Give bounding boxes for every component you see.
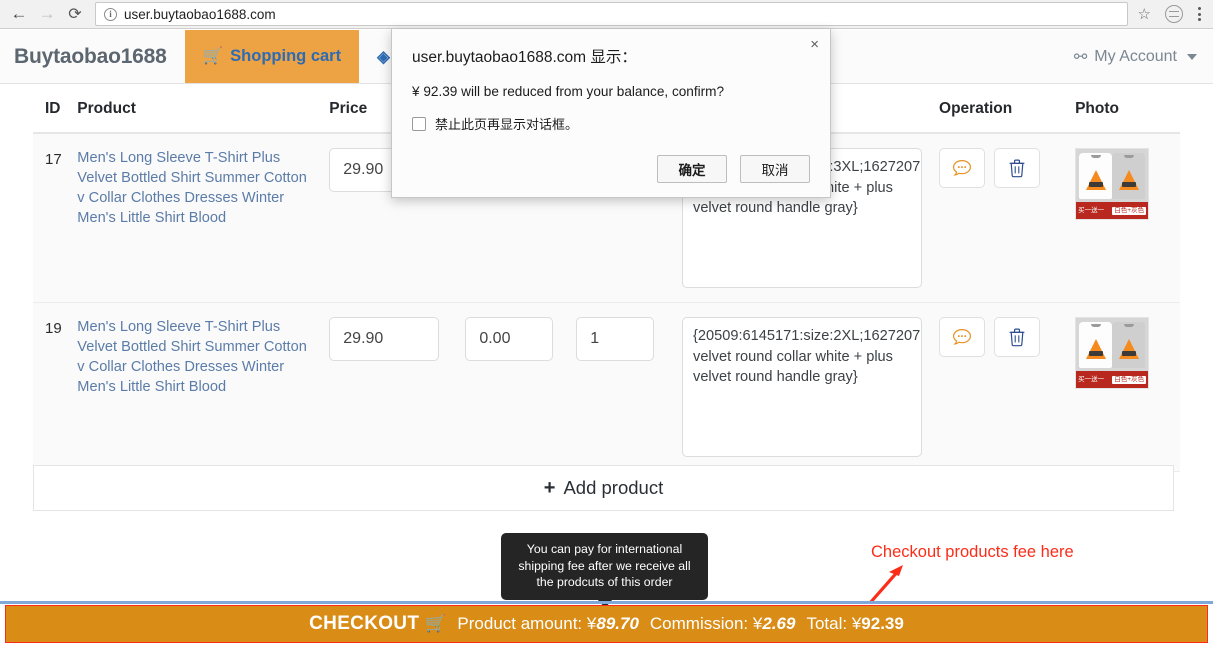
confirm-dialog: × user.buytaobao1688.com 显示： ¥ 92.39 wil…: [391, 29, 831, 198]
total-label: Total:: [806, 614, 848, 633]
forward-arrow-icon[interactable]: →: [33, 0, 61, 28]
photo-banner: 买一送一 白色+灰色: [1076, 202, 1149, 219]
product-amount-currency: ¥: [586, 614, 597, 633]
quantity-input[interactable]: 1: [576, 317, 655, 361]
plus-icon: +: [543, 476, 556, 499]
trash-icon: [1009, 328, 1025, 347]
shirt-gray-graphic: [1112, 322, 1146, 368]
operation-buttons: [939, 148, 1063, 188]
bookmark-star-icon[interactable]: ☆: [1132, 5, 1157, 23]
add-product-button[interactable]: + Add product: [33, 465, 1174, 511]
commission-currency: ¥: [752, 614, 763, 633]
cell-price: 29.90: [323, 302, 460, 472]
url-text: user.buytaobao1688.com: [124, 6, 276, 22]
annotation-label: Checkout products fee here: [871, 543, 1074, 561]
price-input[interactable]: 29.90: [329, 317, 440, 361]
cell-product: Men's Long Sleeve T-Shirt Plus Velvet Bo…: [71, 302, 324, 472]
cell-photo: 买一送一 白色+灰色: [1069, 302, 1180, 472]
table-row: 19 Men's Long Sleeve T-Shirt Plus Velvet…: [33, 302, 1180, 472]
shirt-white-graphic: [1079, 322, 1113, 368]
product-amount-label: Product amount:: [457, 614, 583, 633]
shopping-cart-icon: 🛒: [202, 47, 224, 65]
checkout-bar[interactable]: CHECKOUT 🛒 Product amount: ¥89.70 Commis…: [5, 605, 1208, 643]
photo-banner-right: 白色+灰色: [1112, 206, 1147, 215]
cell-operation: [933, 302, 1070, 472]
photo-banner: 买一送一 白色+灰色: [1076, 371, 1149, 388]
product-link[interactable]: Men's Long Sleeve T-Shirt Plus Velvet Bo…: [77, 317, 317, 397]
info-circle-icon[interactable]: i: [104, 7, 117, 21]
suppress-dialog-label: 禁止此页再显示对话框。: [435, 117, 579, 132]
operation-buttons: [939, 317, 1063, 357]
dialog-actions: 确定 取消: [412, 155, 810, 183]
cell-operation: [933, 133, 1070, 303]
product-link[interactable]: Men's Long Sleeve T-Shirt Plus Velvet Bo…: [77, 148, 317, 228]
suppress-dialog-checkbox[interactable]: [412, 116, 426, 131]
user-icon: ⚯: [1073, 48, 1088, 66]
total-value: 92.39: [861, 614, 904, 633]
shipping-fee-tooltip: You can pay for international shipping f…: [501, 533, 708, 600]
commission-value: 2.69: [762, 614, 796, 633]
delete-button[interactable]: [994, 317, 1041, 357]
cancel-button[interactable]: 取消: [740, 155, 810, 183]
my-account-label: My Account: [1094, 47, 1177, 65]
add-product-label: Add product: [563, 477, 664, 498]
profile-avatar-icon[interactable]: [1165, 5, 1183, 23]
shirt-gray-graphic: [1112, 153, 1146, 199]
comment-button[interactable]: [939, 148, 986, 188]
total: Total: ¥92.39: [806, 614, 903, 634]
cell-id: 19: [33, 302, 72, 472]
nav-tab-label: Shopping cart: [230, 47, 342, 65]
cell-note: {20509:6145171:size:2XL;1627207:15820879…: [676, 302, 934, 472]
cell-id: 17: [33, 133, 72, 303]
annotation-arrow-icon: [868, 565, 903, 605]
product-amount: Product amount: ¥89.70: [457, 614, 639, 634]
suppress-dialog-checkbox-row[interactable]: 禁止此页再显示对话框。: [412, 114, 810, 133]
back-arrow-icon[interactable]: ←: [5, 0, 33, 28]
comment-button[interactable]: [939, 317, 986, 357]
total-currency: ¥: [851, 614, 862, 633]
header-product: Product: [71, 85, 324, 134]
close-icon[interactable]: ×: [810, 37, 819, 52]
product-photo[interactable]: 买一送一 白色+灰色: [1075, 317, 1150, 389]
shopping-cart-icon: 🛒: [425, 614, 447, 633]
commission: Commission: ¥2.69: [650, 614, 796, 634]
photo-banner-right: 白色+灰色: [1112, 375, 1147, 384]
photo-banner-left: 买一送一: [1078, 206, 1105, 214]
shirt-white-graphic: [1079, 153, 1113, 199]
confirm-button[interactable]: 确定: [657, 155, 727, 183]
cell-product: Men's Long Sleeve T-Shirt Plus Velvet Bo…: [71, 133, 324, 303]
header-photo: Photo: [1069, 85, 1180, 134]
my-account-menu[interactable]: ⚯ My Account: [1058, 30, 1213, 83]
product-amount-value: 89.70: [596, 614, 639, 633]
delete-button[interactable]: [994, 148, 1041, 188]
product-photo[interactable]: 买一送一 白色+灰色: [1075, 148, 1150, 220]
dialog-title: user.buytaobao1688.com 显示：: [412, 49, 637, 66]
nav-tab-shopping-cart[interactable]: 🛒 Shopping cart: [184, 30, 360, 83]
note-textarea[interactable]: {20509:6145171:size:2XL;1627207:15820879…: [682, 317, 923, 457]
chevron-down-icon: [1187, 53, 1197, 60]
checkout-label: CHECKOUT: [309, 613, 420, 634]
address-bar[interactable]: i user.buytaobao1688.com: [95, 2, 1128, 26]
trash-icon: [1009, 159, 1025, 178]
dialog-message: ¥ 92.39 will be reduced from your balanc…: [412, 84, 725, 99]
header-operation: Operation: [933, 85, 1070, 134]
site-brand[interactable]: Buytaobao1688: [0, 30, 185, 83]
kebab-menu-icon[interactable]: [1191, 7, 1207, 21]
page-bottom-edge: [0, 601, 1213, 604]
browser-toolbar: ← → ⟳ i user.buytaobao1688.com ☆: [0, 0, 1213, 29]
comment-bubble-icon: [953, 328, 972, 345]
shipping-input[interactable]: 0.00: [465, 317, 554, 361]
cell-qty: 1: [570, 302, 677, 472]
cell-shipping: 0.00: [459, 302, 571, 472]
header-id: ID: [33, 85, 72, 134]
cell-photo: 买一送一 白色+灰色: [1069, 133, 1180, 303]
photo-banner-left: 买一送一: [1078, 375, 1105, 383]
commission-label: Commission:: [649, 614, 749, 633]
cubes-icon: ◈: [377, 47, 390, 66]
comment-bubble-icon: [953, 159, 972, 176]
reload-icon[interactable]: ⟳: [61, 0, 89, 28]
